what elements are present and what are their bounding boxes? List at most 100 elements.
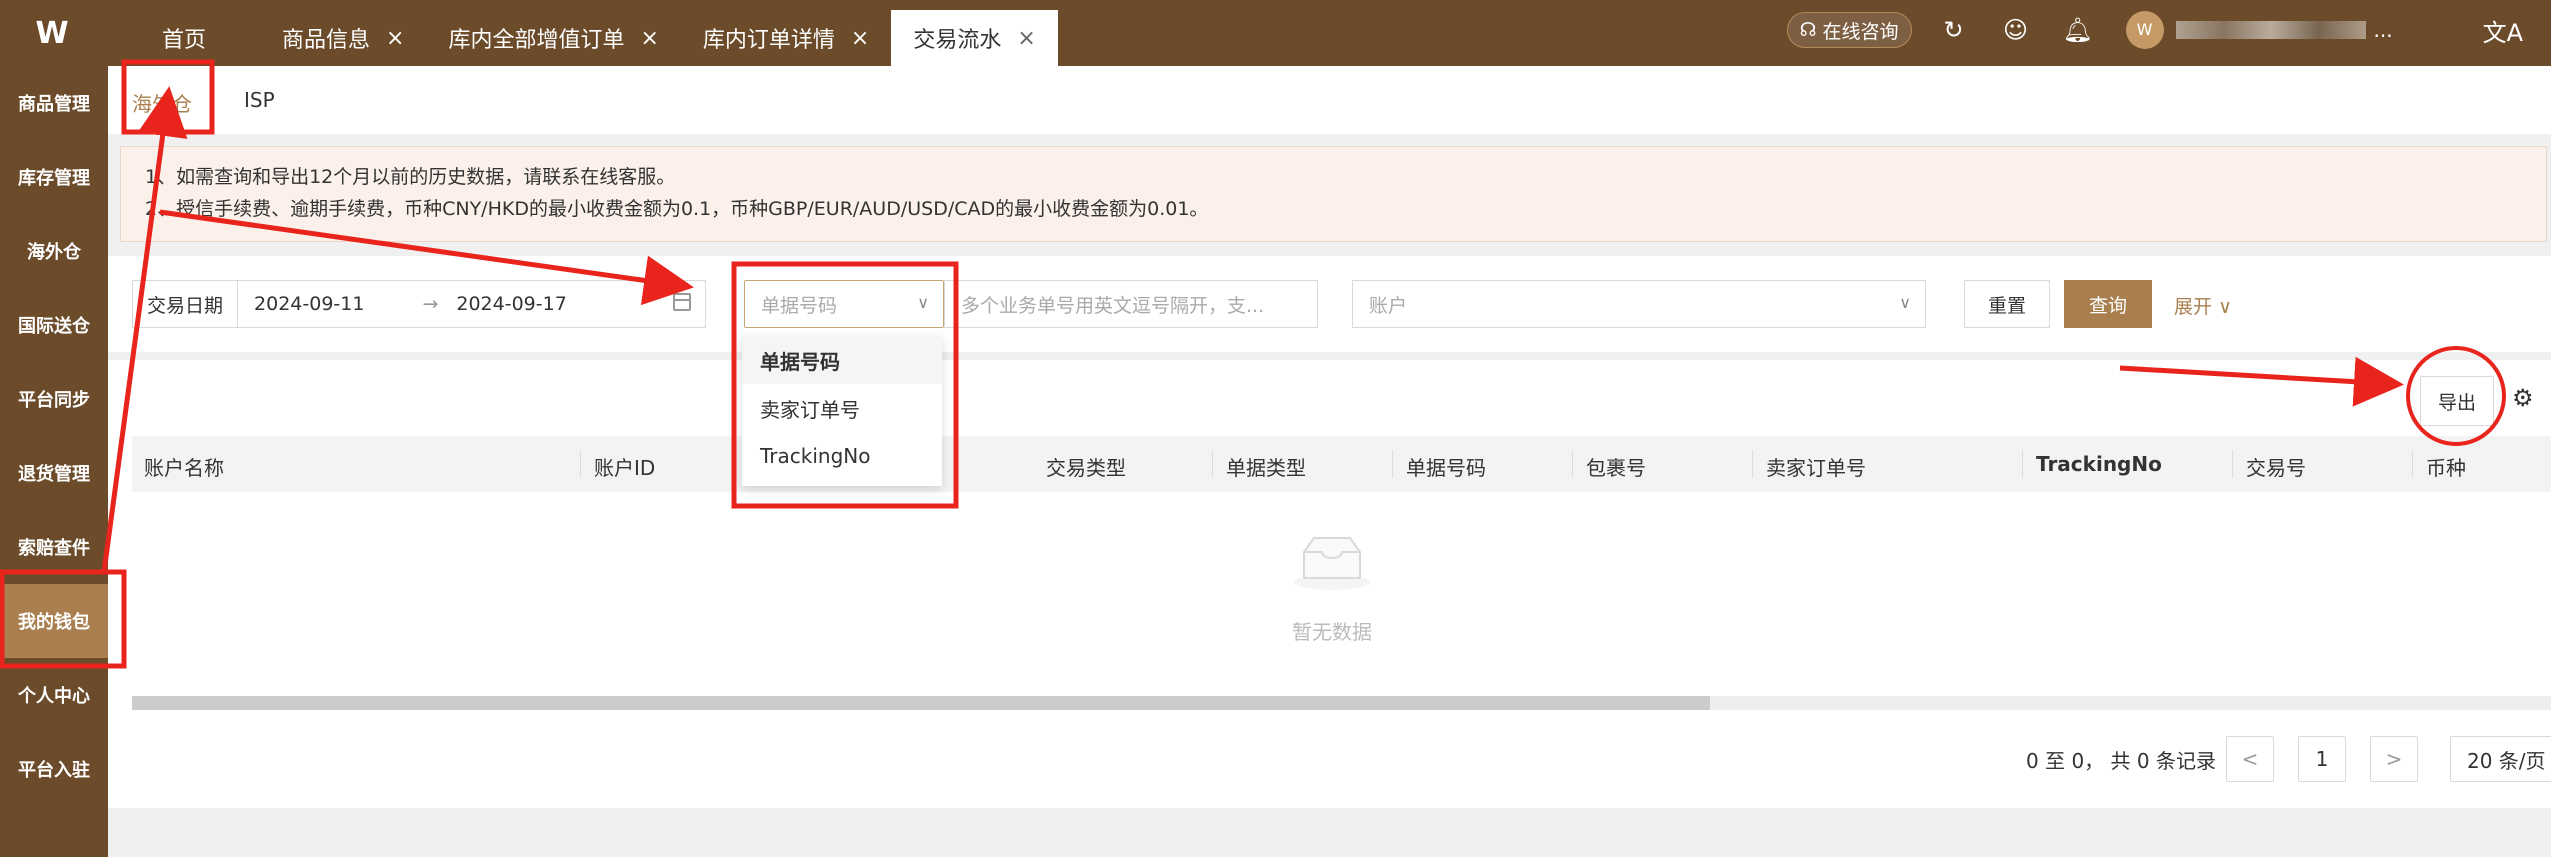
sidebar-item-personal-center[interactable]: 个人中心 xyxy=(0,658,108,732)
sidebar: 商品管理 库存管理 海外仓 国际送仓 平台同步 退货管理 索赔查件 我的钱包 个… xyxy=(0,66,108,857)
column-divider xyxy=(1752,450,1753,478)
scrollbar-thumb[interactable] xyxy=(132,696,1710,710)
dropdown-option[interactable]: 卖家订单号 xyxy=(742,384,942,432)
sidebar-item-returns[interactable]: 退货管理 xyxy=(0,436,108,510)
pagination: 0 至 0， 共 0 条记录 xyxy=(2026,736,2216,782)
account-placeholder: 账户 xyxy=(1369,294,1408,317)
column-divider xyxy=(1212,450,1213,478)
column-header: 单据类型 xyxy=(1226,456,1306,480)
sidebar-item-label: 我的钱包 xyxy=(18,612,90,633)
doc-type-placeholder: 单据号码 xyxy=(761,294,838,317)
dropdown-option[interactable]: 单据号码 xyxy=(742,336,942,384)
tab-label: 首页 xyxy=(161,28,206,53)
sidebar-item-label: 个人中心 xyxy=(18,686,90,707)
subtab-isp[interactable]: ISP xyxy=(244,88,275,112)
online-consult-button[interactable]: ☊ 在线咨询 xyxy=(1786,12,1912,48)
tab-home[interactable]: 首页 xyxy=(108,10,260,66)
column-header: 账户名称 xyxy=(144,456,224,480)
notice-line-2: 2、授信手续费、逾期手续费，币种CNY/HKD的最小收费金额为0.1，币种GBP… xyxy=(145,198,1209,220)
tab-value-added-orders[interactable]: 库内全部增值订单 × xyxy=(426,10,680,66)
smile-icon[interactable]: ☺ xyxy=(1996,16,2036,44)
tab-bar: 首页 商品信息 × 库内全部增值订单 × 库内订单详情 × 交易流水 × xyxy=(108,10,1058,66)
gear-icon[interactable]: ⚙ xyxy=(2512,384,2534,412)
column-header: 币种 xyxy=(2426,456,2466,480)
empty-text: 暂无数据 xyxy=(1292,620,1372,644)
user-name-suffix: ... xyxy=(2373,18,2393,42)
avatar[interactable]: W xyxy=(2125,11,2164,49)
page-number-button[interactable]: 1 xyxy=(2298,736,2346,782)
close-icon[interactable]: × xyxy=(851,26,869,51)
chevron-down-icon: ∨ xyxy=(2218,296,2232,318)
date-start[interactable]: 2024-09-11 xyxy=(254,293,364,315)
sidebar-item-inventory[interactable]: 库存管理 xyxy=(0,140,108,214)
column-divider xyxy=(2022,450,2023,478)
bell-icon[interactable]: 🔔︎ xyxy=(2058,16,2098,44)
tab-product-info[interactable]: 商品信息 × xyxy=(260,10,426,66)
sidebar-item-platform-onboarding[interactable]: 平台入驻 xyxy=(0,732,108,806)
column-header: 包裹号 xyxy=(1586,456,1646,480)
consult-label: 在线咨询 xyxy=(1822,20,1899,43)
sidebar-item-claims[interactable]: 索赔查件 xyxy=(0,510,108,584)
column-divider xyxy=(1392,450,1393,478)
sidebar-item-label: 索赔查件 xyxy=(18,538,90,559)
empty-inbox-icon xyxy=(1294,537,1370,590)
tab-label: 库内全部增值订单 xyxy=(448,28,625,53)
prev-page-button[interactable]: < xyxy=(2226,736,2274,782)
filter-bar: 交易日期 2024-09-11 → 2024-09-17 单据号码 ∨ 多个业务… xyxy=(108,256,2551,352)
active-tab-indicator xyxy=(130,130,208,134)
sidebar-item-intl-delivery[interactable]: 国际送仓 xyxy=(0,288,108,362)
sidebar-item-label: 商品管理 xyxy=(18,94,90,115)
column-header: 单据号码 xyxy=(1406,456,1486,480)
top-bar: W 首页 商品信息 × 库内全部增值订单 × 库内订单详情 × 交易流水 × ☊ 在线咨… xyxy=(0,0,2551,66)
table-header: 账户名称 账户ID 交易类型 单据类型 单据号码 包裹号 卖家订单号 Track… xyxy=(132,436,2551,492)
close-icon[interactable]: × xyxy=(386,26,404,51)
page-size-select[interactable]: 20 条/页 xyxy=(2450,736,2551,782)
expand-label: 展开 xyxy=(2174,296,2213,318)
date-range-picker[interactable]: 交易日期 2024-09-11 → 2024-09-17 xyxy=(132,280,706,328)
sub-tab-bar: 海外仓 ISP xyxy=(108,66,2551,134)
column-header: 交易类型 xyxy=(1046,456,1126,480)
tab-transactions[interactable]: 交易流水 × xyxy=(891,10,1058,66)
doc-type-select[interactable]: 单据号码 ∨ xyxy=(744,280,944,328)
order-number-input[interactable]: 多个业务单号用英文逗号隔开，支... xyxy=(944,280,1318,328)
sidebar-item-wallet[interactable]: 我的钱包 xyxy=(0,584,108,658)
sidebar-item-platform-sync[interactable]: 平台同步 xyxy=(0,362,108,436)
sidebar-item-label: 库存管理 xyxy=(18,168,90,189)
tab-label: 交易流水 xyxy=(913,28,1002,53)
tab-order-details[interactable]: 库内订单详情 × xyxy=(681,10,891,66)
column-divider xyxy=(1572,450,1573,478)
refresh-icon[interactable]: ↻ xyxy=(1934,16,1974,44)
chevron-down-icon: ∨ xyxy=(1899,293,1911,312)
sidebar-item-overseas-warehouse[interactable]: 海外仓 xyxy=(0,214,108,288)
date-label: 交易日期 xyxy=(133,281,239,327)
subtab-overseas-warehouse[interactable]: 海外仓 xyxy=(132,88,192,117)
query-button[interactable]: 查询 xyxy=(2064,280,2152,328)
sidebar-item-label: 平台同步 xyxy=(18,390,90,411)
column-header: 卖家订单号 xyxy=(1766,456,1866,480)
date-end[interactable]: 2024-09-17 xyxy=(456,293,566,315)
sidebar-item-products[interactable]: 商品管理 xyxy=(0,66,108,140)
dropdown-option[interactable]: TrackingNo xyxy=(742,432,942,480)
close-icon[interactable]: × xyxy=(1017,26,1035,51)
close-icon[interactable]: × xyxy=(640,26,658,51)
account-select[interactable]: 账户 ∨ xyxy=(1352,280,1926,328)
app-logo[interactable]: W xyxy=(14,14,86,54)
column-header: 账户ID xyxy=(594,456,656,480)
horizontal-scrollbar[interactable] xyxy=(132,696,2551,710)
reset-button[interactable]: 重置 xyxy=(1964,280,2050,328)
expand-toggle[interactable]: 展开 ∨ xyxy=(2174,292,2232,319)
export-button[interactable]: 导出 xyxy=(2420,376,2494,426)
translate-icon[interactable]: 文A xyxy=(2483,13,2523,48)
column-divider xyxy=(580,450,581,478)
column-divider xyxy=(2412,450,2413,478)
tab-label: 商品信息 xyxy=(282,28,371,53)
next-page-button[interactable]: > xyxy=(2370,736,2418,782)
chevron-down-icon: ∨ xyxy=(917,293,929,312)
user-name-blurred[interactable] xyxy=(2175,21,2366,39)
sidebar-item-label: 退货管理 xyxy=(18,464,90,485)
calendar-icon[interactable] xyxy=(673,293,691,311)
arrow-right-icon: → xyxy=(422,293,439,315)
sidebar-item-label: 国际送仓 xyxy=(18,316,90,337)
pagination-controls: < 1 > 20 条/页 xyxy=(2226,736,2551,782)
notice-line-1: 1、如需查询和导出12个月以前的历史数据，请联系在线客服。 xyxy=(145,166,676,188)
